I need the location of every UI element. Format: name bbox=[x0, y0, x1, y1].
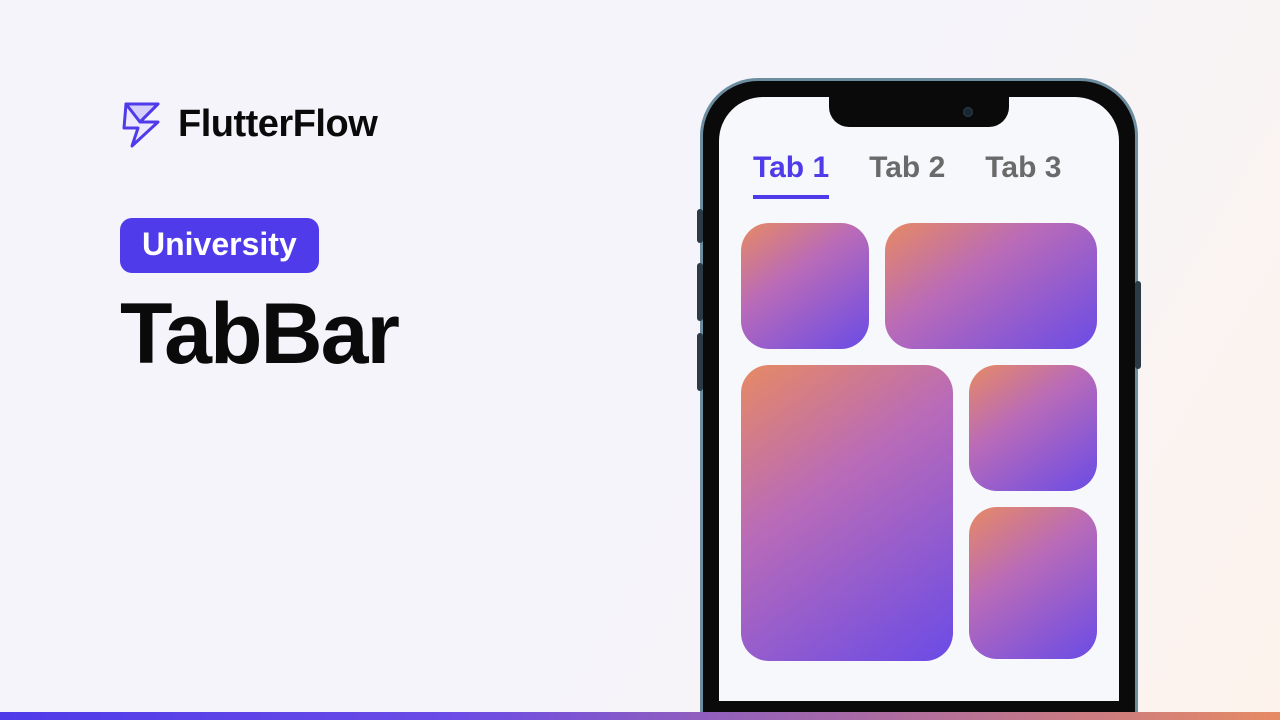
left-column: FlutterFlow University TabBar bbox=[120, 100, 640, 379]
phone-volume-down bbox=[697, 333, 703, 391]
tab-1[interactable]: Tab 1 bbox=[753, 151, 829, 199]
tab-3[interactable]: Tab 3 bbox=[985, 151, 1061, 199]
tab-2[interactable]: Tab 2 bbox=[869, 151, 945, 199]
phone-frame: Tab 1 Tab 2 Tab 3 bbox=[700, 78, 1138, 720]
page-title: TabBar bbox=[120, 289, 640, 379]
card-side-col bbox=[969, 365, 1097, 661]
card-wide-1 bbox=[885, 223, 1097, 349]
card-grid bbox=[719, 223, 1119, 701]
card-row-2 bbox=[741, 365, 1097, 661]
card-small-1 bbox=[741, 223, 869, 349]
phone-notch bbox=[829, 97, 1009, 127]
phone-volume-up bbox=[697, 263, 703, 321]
card-small-3 bbox=[969, 507, 1097, 659]
card-big-1 bbox=[741, 365, 953, 661]
phone-screen: Tab 1 Tab 2 Tab 3 bbox=[719, 97, 1119, 701]
card-small-2 bbox=[969, 365, 1097, 491]
brand-lockup: FlutterFlow bbox=[120, 100, 640, 148]
brand-name: FlutterFlow bbox=[178, 103, 377, 146]
phone-mute-switch bbox=[697, 209, 703, 243]
phone-power-button bbox=[1135, 281, 1141, 369]
tabbar: Tab 1 Tab 2 Tab 3 bbox=[719, 151, 1119, 199]
thumbnail-canvas: FlutterFlow University TabBar Tab 1 Tab … bbox=[0, 0, 1280, 720]
phone-mock-wrap: Tab 1 Tab 2 Tab 3 bbox=[700, 78, 1138, 720]
bottom-gradient-strip bbox=[0, 712, 1280, 720]
university-badge: University bbox=[120, 218, 319, 273]
flutterflow-logo-icon bbox=[120, 100, 164, 148]
card-row-1 bbox=[741, 223, 1097, 349]
